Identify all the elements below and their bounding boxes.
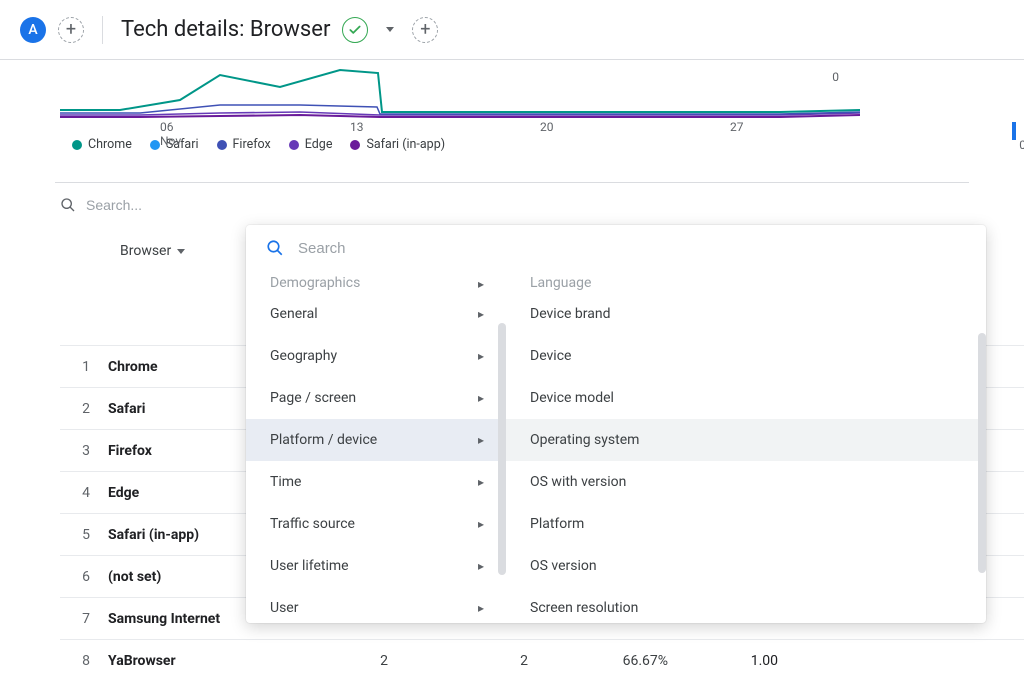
- legend-item[interactable]: Chrome: [72, 137, 132, 152]
- category-traffic-source[interactable]: Traffic source▸: [246, 503, 506, 545]
- table-search-input[interactable]: [86, 197, 964, 213]
- x-tick-sub: Nov: [160, 134, 181, 148]
- y-axis-zero-right: 0: [1019, 138, 1024, 152]
- search-icon: [266, 239, 284, 257]
- legend-item[interactable]: Safari (in-app): [350, 137, 445, 152]
- table-search-row: [0, 183, 1024, 227]
- dimension-value-list[interactable]: Language Device brand Device Device mode…: [506, 271, 986, 623]
- row-index: 4: [60, 485, 108, 501]
- status-check-icon[interactable]: [342, 17, 368, 43]
- row-percent: 66.67%: [528, 653, 668, 669]
- row-index: 2: [60, 401, 108, 417]
- category-general[interactable]: General▸: [246, 293, 506, 335]
- category-platform-device[interactable]: Platform / device▸: [246, 419, 506, 461]
- chevron-right-icon: ▸: [478, 307, 484, 321]
- value-device[interactable]: Device: [506, 335, 986, 377]
- add-panel-button[interactable]: +: [412, 17, 438, 43]
- chevron-down-icon: [177, 249, 185, 254]
- chevron-right-icon: ▸: [478, 517, 484, 531]
- row-value: 2: [388, 653, 528, 669]
- chevron-right-icon: ▸: [478, 391, 484, 405]
- chevron-right-icon: ▸: [478, 349, 484, 363]
- workspace-badge[interactable]: A: [20, 17, 46, 43]
- value-language[interactable]: Language: [506, 271, 986, 293]
- search-icon: [60, 197, 76, 213]
- legend-dot-icon: [217, 140, 227, 150]
- page-title: Tech details: Browser: [121, 17, 330, 42]
- value-screen-resolution[interactable]: Screen resolution: [506, 587, 986, 623]
- legend-dot-icon: [289, 140, 299, 150]
- mini-chart: [1004, 122, 1018, 146]
- x-tick-3: 20: [540, 120, 554, 134]
- category-page-screen[interactable]: Page / screen▸: [246, 377, 506, 419]
- dimension-category-list[interactable]: Demographics▸ General▸ Geography▸ Page /…: [246, 271, 506, 623]
- divider: [102, 16, 103, 44]
- scrollbar[interactable]: [498, 323, 506, 575]
- x-tick-4: 27: [730, 120, 744, 134]
- value-operating-system[interactable]: Operating system: [506, 419, 986, 461]
- y-axis-zero: 0: [832, 70, 839, 84]
- dimension-dropdown-button[interactable]: Browser: [120, 243, 185, 259]
- chevron-right-icon: ▸: [478, 559, 484, 573]
- status-dropdown-button[interactable]: [380, 27, 400, 32]
- scrollbar[interactable]: [978, 333, 986, 573]
- row-browser[interactable]: YaBrowser: [108, 653, 248, 669]
- category-time[interactable]: Time▸: [246, 461, 506, 503]
- chart-area: 0 06 Nov 13 20 27 0 Chrome Safari Firefo…: [0, 60, 1024, 174]
- row-value: 2: [248, 653, 388, 669]
- legend-dot-icon: [150, 140, 160, 150]
- row-index: 7: [60, 611, 108, 627]
- value-platform[interactable]: Platform: [506, 503, 986, 545]
- row-index: 8: [60, 653, 108, 669]
- legend-dot-icon: [72, 140, 82, 150]
- x-tick-1: 06: [160, 120, 174, 134]
- value-os-with-version[interactable]: OS with version: [506, 461, 986, 503]
- header-bar: A + Tech details: Browser +: [0, 0, 1024, 60]
- row-index: 6: [60, 569, 108, 585]
- dimension-search-row: [246, 225, 986, 271]
- dimension-search-input[interactable]: [298, 240, 966, 257]
- chevron-right-icon: ▸: [478, 433, 484, 447]
- chevron-right-icon: ▸: [478, 277, 484, 291]
- chevron-right-icon: ▸: [478, 601, 484, 615]
- row-index: 1: [60, 359, 108, 375]
- row-index: 3: [60, 443, 108, 459]
- category-user-lifetime[interactable]: User lifetime▸: [246, 545, 506, 587]
- row-index: 5: [60, 527, 108, 543]
- x-tick-2: 13: [350, 120, 364, 134]
- legend-dot-icon: [350, 140, 360, 150]
- value-device-brand[interactable]: Device brand: [506, 293, 986, 335]
- value-os-version[interactable]: OS version: [506, 545, 986, 587]
- value-device-model[interactable]: Device model: [506, 377, 986, 419]
- dimension-picker-panel: Demographics▸ General▸ Geography▸ Page /…: [246, 225, 986, 623]
- legend-item[interactable]: Edge: [289, 137, 333, 152]
- row-value: 1.00: [668, 653, 788, 669]
- category-demographics[interactable]: Demographics▸: [246, 271, 506, 293]
- legend-item[interactable]: Firefox: [217, 137, 271, 152]
- chart-legend: Chrome Safari Firefox Edge Safari (in-ap…: [60, 125, 964, 164]
- line-chart: [60, 65, 860, 125]
- category-user[interactable]: User▸: [246, 587, 506, 623]
- chevron-right-icon: ▸: [478, 475, 484, 489]
- category-geography[interactable]: Geography▸: [246, 335, 506, 377]
- add-workspace-button[interactable]: +: [58, 17, 84, 43]
